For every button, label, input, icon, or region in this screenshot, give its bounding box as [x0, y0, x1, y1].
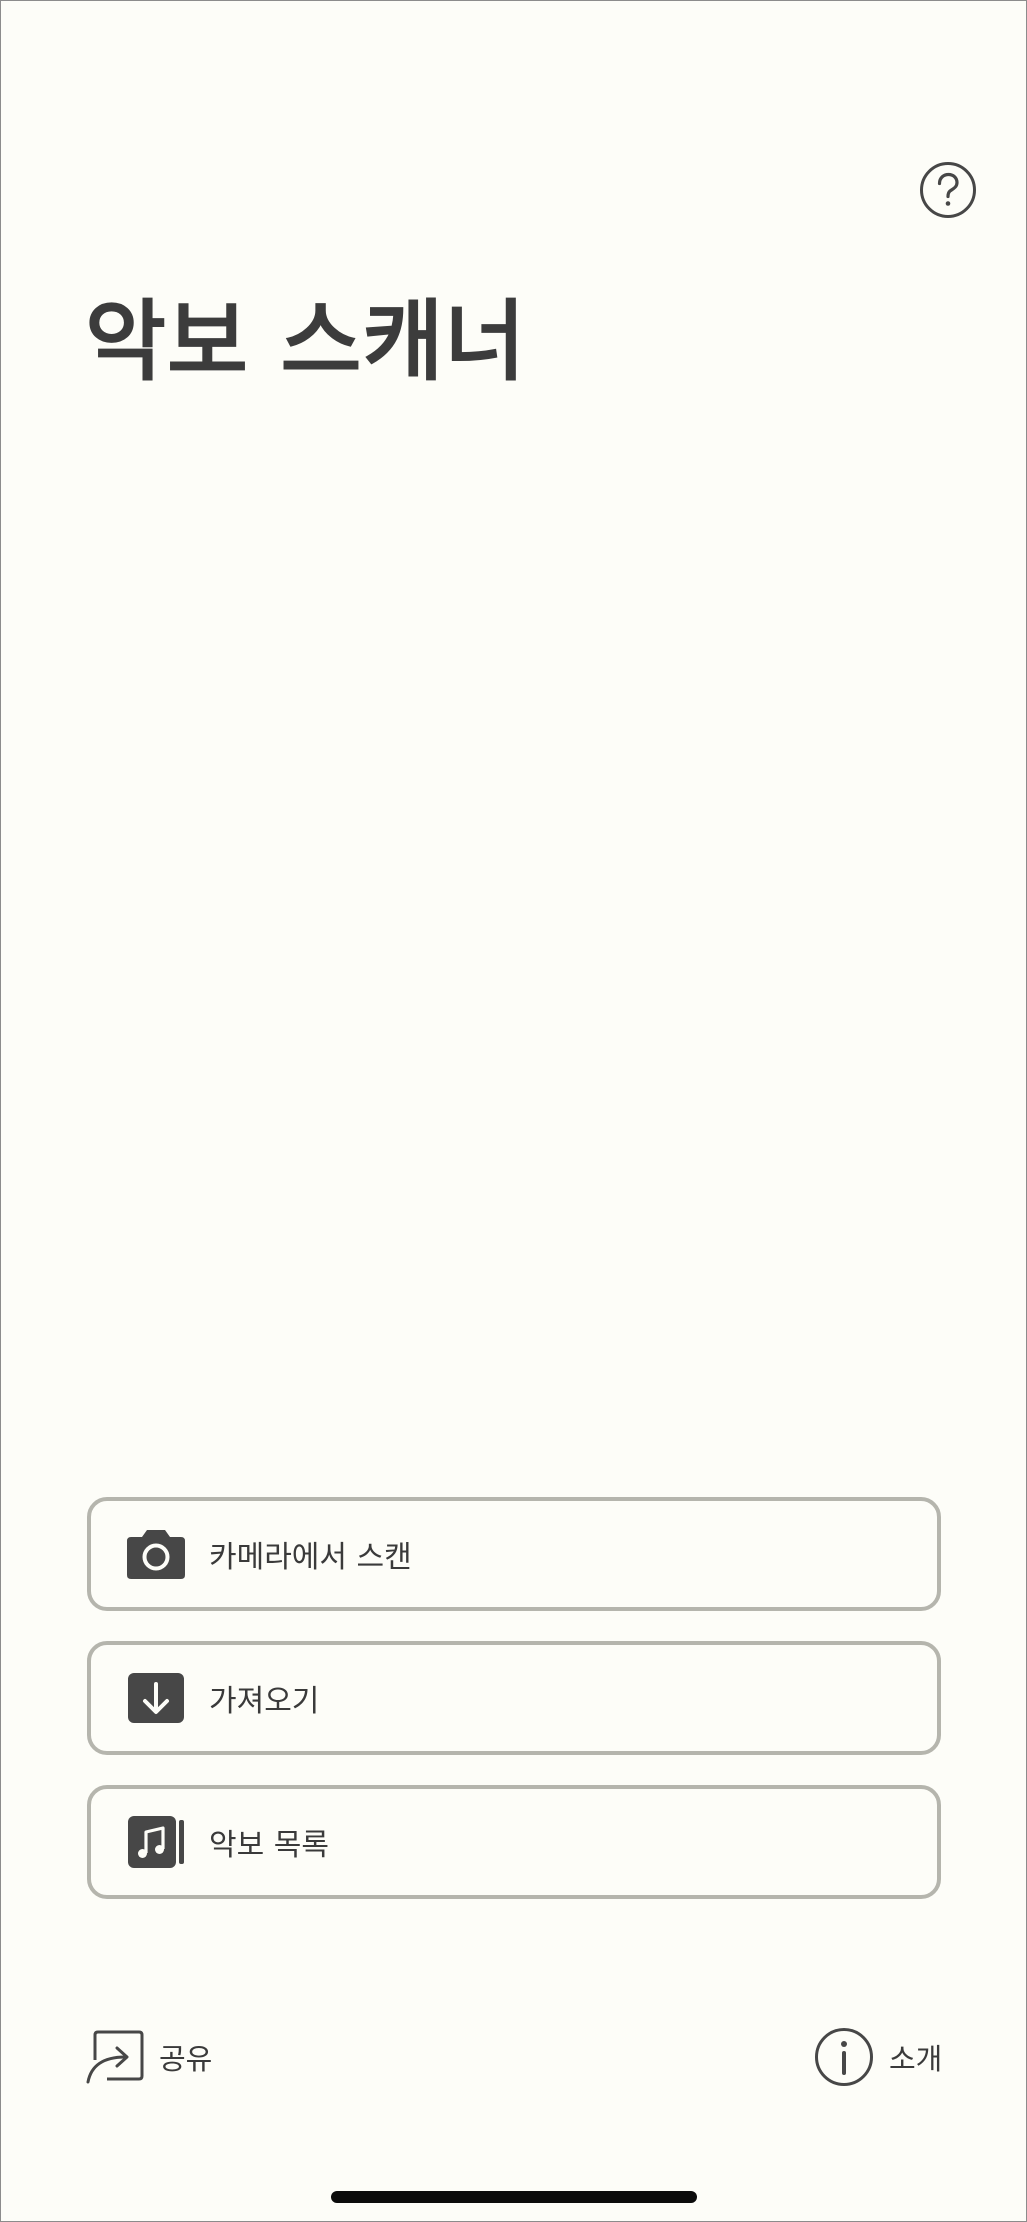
help-button[interactable] — [919, 161, 977, 219]
question-circle-icon — [920, 162, 976, 218]
info-icon — [813, 2026, 875, 2088]
share-button[interactable]: 공유 — [85, 2026, 225, 2088]
about-label: 소개 — [889, 2042, 943, 2076]
scan-camera-button[interactable]: 카메라에서 스캔 — [87, 1497, 941, 1611]
score-list-button[interactable]: 악보 목록 — [87, 1785, 941, 1899]
camera-icon — [125, 1527, 187, 1581]
download-icon — [125, 1671, 187, 1725]
import-button[interactable]: 가져오기 — [87, 1641, 941, 1755]
import-label: 가져오기 — [209, 1684, 320, 1719]
about-button[interactable]: 소개 — [813, 2026, 943, 2088]
scan-camera-label: 카메라에서 스캔 — [209, 1540, 412, 1575]
share-icon — [85, 2026, 147, 2088]
music-note-icon — [125, 1815, 187, 1869]
page-title: 악보 스캐너 — [85, 290, 527, 393]
score-list-label: 악보 목록 — [209, 1828, 329, 1863]
share-label: 공유 — [159, 2042, 213, 2076]
home-indicator[interactable] — [331, 2191, 697, 2203]
